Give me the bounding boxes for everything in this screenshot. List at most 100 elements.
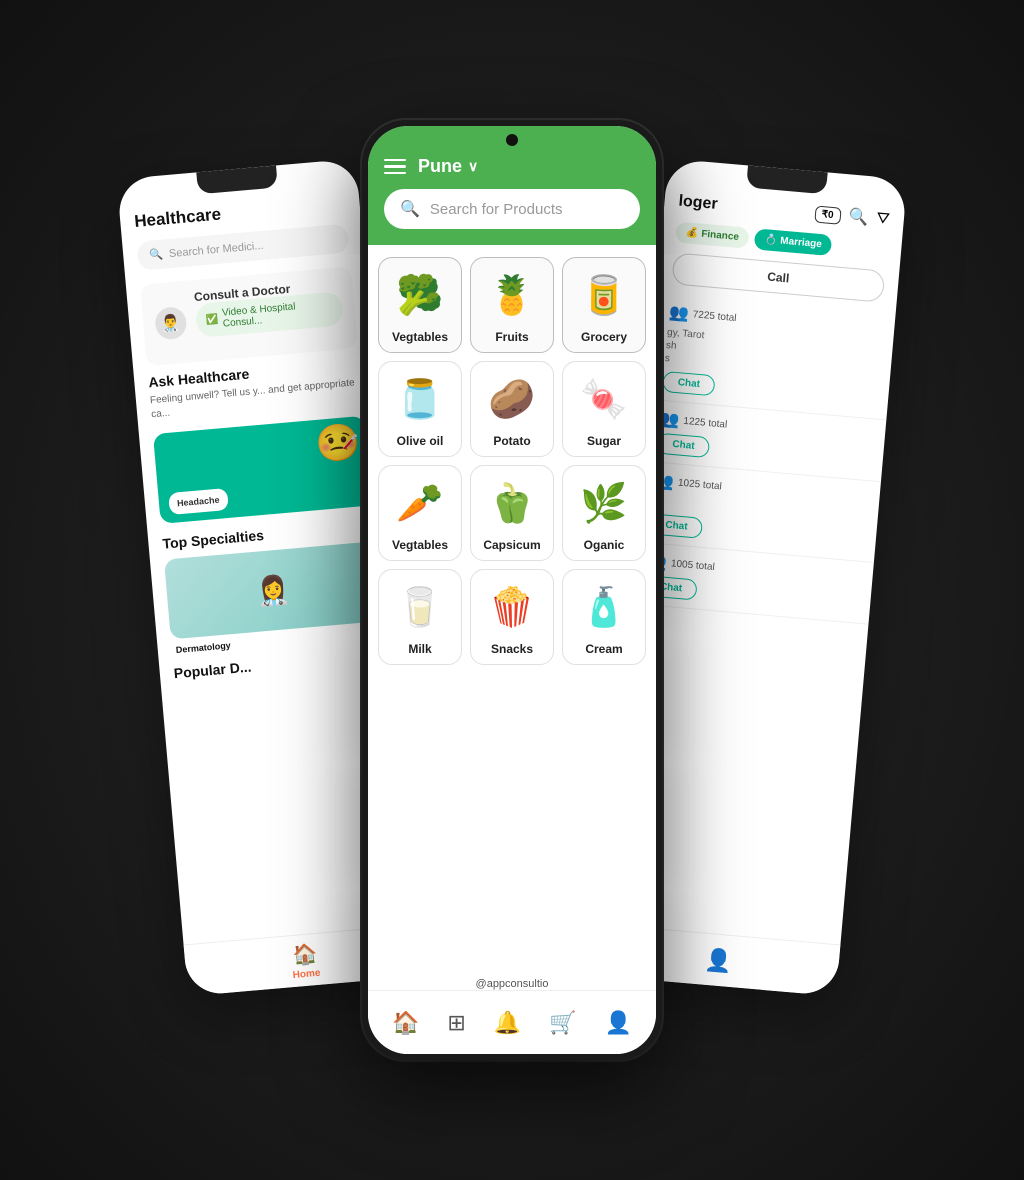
nav-cart[interactable]: 🛒 <box>549 1010 576 1036</box>
olive-oil-name: Olive oil <box>397 434 444 448</box>
nav-profile-icon: 👤 <box>605 1010 632 1036</box>
right-nav-person-icon[interactable]: 👤 <box>704 946 734 974</box>
grocery-image: 🥫 <box>572 268 636 324</box>
search-icon[interactable]: 🔍 <box>848 206 870 228</box>
product-card-potato[interactable]: 🥔 Potato <box>470 361 554 457</box>
specialty-icon: 👩‍⚕️ <box>254 572 292 608</box>
search-bar[interactable]: 🔍 Search for Products <box>384 189 640 229</box>
marriage-label: Marriage <box>780 236 822 251</box>
center-notch <box>506 134 518 146</box>
product-card-snacks[interactable]: 🍿 Snacks <box>470 569 554 665</box>
product-card-capsicum[interactable]: 🫑 Capsicum <box>470 465 554 561</box>
potato-name: Potato <box>493 434 530 448</box>
milk-image: 🥛 <box>388 580 452 636</box>
expert-total-2: 1225 total <box>683 415 728 430</box>
home-label: Home <box>292 967 321 980</box>
filter-icon[interactable]: ⛛ <box>876 210 891 229</box>
symptom-chip: Headache <box>168 488 228 515</box>
call-label: Call <box>767 270 790 286</box>
product-card-fruits[interactable]: 🍍 Fruits <box>470 257 554 353</box>
nav-home[interactable]: 🏠 <box>392 1010 419 1036</box>
milk-name: Milk <box>408 642 431 656</box>
consult-card[interactable]: 👨‍⚕️ Consult a Doctor ✅ Video & Hospital… <box>140 266 358 366</box>
nav-bell[interactable]: 🔔 <box>494 1010 521 1036</box>
nav-grid-icon: ⊞ <box>447 1010 465 1036</box>
left-search-bar[interactable]: 🔍 Search for Medici... <box>136 223 350 270</box>
capsicum-image: 🫑 <box>480 476 544 532</box>
snacks-image: 🍿 <box>480 580 544 636</box>
product-row-3: 🥕 Vegtables 🫑 Capsicum 🌿 Oganic <box>378 465 646 561</box>
sugar-name: Sugar <box>587 434 621 448</box>
expert-total-3: 1025 total <box>678 477 723 492</box>
product-card-vegetables[interactable]: 🥦 Vegtables <box>378 257 462 353</box>
header-top: Pune ∨ <box>384 156 640 177</box>
chevron-down-icon: ∨ <box>468 158 478 175</box>
expert-total-4: 1005 total <box>670 558 715 573</box>
vegetables-image: 🥦 <box>388 268 452 324</box>
nav-grid[interactable]: ⊞ <box>447 1010 465 1036</box>
consult-avatar: 👨‍⚕️ <box>154 306 188 341</box>
finance-icon: 💰 <box>685 227 698 239</box>
bloger-title: loger <box>678 193 719 214</box>
marriage-icon: 💍 <box>764 234 777 246</box>
scene: Healthcare 🔍 Search for Medici... 👨‍⚕️ C… <box>122 90 902 1090</box>
expert-list: 👥 7225 total gy, Tarotshs Chat 👥 1225 to… <box>629 293 895 625</box>
left-nav-home[interactable]: 🏠 Home <box>290 940 321 980</box>
fruits-name: Fruits <box>495 330 528 344</box>
video-icon: ✅ <box>206 314 219 326</box>
product-row-1: 🥦 Vegtables 🍍 Fruits 🥫 Grocery <box>378 257 646 353</box>
organic-name: Oganic <box>584 538 625 552</box>
product-card-olive-oil[interactable]: 🫙 Olive oil <box>378 361 462 457</box>
vegetables-2-name: Vegtables <box>392 538 448 552</box>
potato-image: 🥔 <box>480 372 544 428</box>
center-bottom-nav: 🏠 ⊞ 🔔 🛒 👤 <box>368 990 656 1054</box>
sugar-image: 🍬 <box>572 372 636 428</box>
cream-name: Cream <box>585 642 622 656</box>
vegetables-2-image: 🥕 <box>388 476 452 532</box>
left-content: Healthcare 🔍 Search for Medici... 👨‍⚕️ C… <box>119 180 401 694</box>
finance-label: Finance <box>701 229 740 243</box>
nav-cart-icon: 🛒 <box>549 1010 576 1036</box>
product-card-grocery[interactable]: 🥫 Grocery <box>562 257 646 353</box>
product-card-vegetables-2[interactable]: 🥕 Vegtables <box>378 465 462 561</box>
product-card-organic[interactable]: 🌿 Oganic <box>562 465 646 561</box>
product-card-milk[interactable]: 🥛 Milk <box>378 569 462 665</box>
phone-center: Pune ∨ 🔍 Search for Products 🥦 Vegtables <box>362 120 662 1060</box>
expert-card-1: 👥 7225 total gy, Tarotshs Chat <box>647 293 895 421</box>
home-icon: 🏠 <box>291 940 318 967</box>
cream-image: 🧴 <box>572 580 636 636</box>
hamburger-icon[interactable] <box>384 159 406 175</box>
search-placeholder: Search for Products <box>430 201 563 218</box>
header-icons: ₹0 🔍 ⛛ <box>814 203 891 229</box>
product-card-cream[interactable]: 🧴 Cream <box>562 569 646 665</box>
rupee-badge: ₹0 <box>814 205 841 224</box>
nav-bell-icon: 🔔 <box>494 1010 521 1036</box>
product-card-sugar[interactable]: 🍬 Sugar <box>562 361 646 457</box>
video-consult-text: Video & Hospital Consul... <box>222 298 334 330</box>
product-row-2: 🫙 Olive oil 🥔 Potato 🍬 Sugar <box>378 361 646 457</box>
chat-btn-1[interactable]: Chat <box>662 371 716 396</box>
snacks-name: Snacks <box>491 642 533 656</box>
left-search-placeholder: Search for Medici... <box>168 239 263 259</box>
nav-home-icon: 🏠 <box>392 1010 419 1036</box>
city-name: Pune <box>418 156 462 177</box>
capsicum-name: Capsicum <box>483 538 540 552</box>
expert-total-1: 7225 total <box>692 309 737 324</box>
olive-oil-image: 🫙 <box>388 372 452 428</box>
specialty-card[interactable]: 👩‍⚕️ <box>164 541 382 639</box>
city-selector[interactable]: Pune ∨ <box>418 156 478 177</box>
symptom-card: 🤒 Headache <box>153 416 372 524</box>
product-row-4: 🥛 Milk 🍿 Snacks 🧴 Cream <box>378 569 646 665</box>
chat-btn-2[interactable]: Chat <box>657 433 711 458</box>
symptom-figure: 🤒 <box>314 420 362 466</box>
ask-healthcare: Ask Healthcare Feeling unwell? Tell us y… <box>148 356 363 422</box>
grocery-name: Grocery <box>581 330 627 344</box>
expert-users-icon-1: 👥 <box>668 302 690 324</box>
product-grid: 🥦 Vegtables 🍍 Fruits 🥫 Grocery <box>368 245 656 973</box>
search-icon: 🔍 <box>400 199 420 219</box>
left-search-icon: 🔍 <box>149 248 164 262</box>
nav-profile[interactable]: 👤 <box>605 1010 632 1036</box>
watermark: @appconsultio <box>476 978 549 990</box>
phone-center-inner: Pune ∨ 🔍 Search for Products 🥦 Vegtables <box>368 126 656 1054</box>
vegetables-name: Vegtables <box>392 330 448 344</box>
